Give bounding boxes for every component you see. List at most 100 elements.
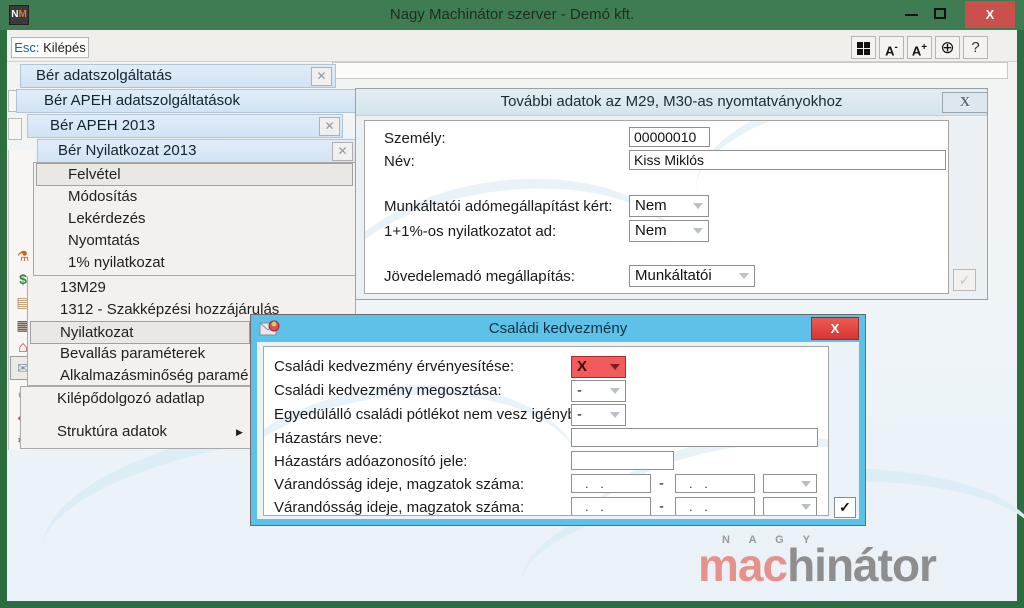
window-frame-left: [0, 30, 7, 608]
logo-machinator-text: machinátor: [698, 538, 937, 592]
watermark-swirl: [685, 121, 948, 273]
dialog-csaladi-title: Családi kedvezmény: [488, 320, 628, 337]
m29-confirm-button[interactable]: ✓: [953, 269, 976, 291]
combo-magzatok-szama-1[interactable]: [763, 474, 817, 493]
dialog-csaladi-kedvezmeny: Családi kedvezmény X Családi kedvezmény …: [250, 314, 866, 526]
label-egyedulallo-potlek: Egyedülálló családi pótlékot nem vesz ig…: [274, 406, 589, 423]
maximize-button[interactable]: [934, 8, 946, 19]
minimize-button[interactable]: [905, 14, 918, 16]
menu-item-nyilatkozat[interactable]: Nyilatkozat: [30, 321, 250, 344]
panel-close-icon[interactable]: ✕: [332, 142, 353, 161]
panel-close-icon[interactable]: ✕: [319, 117, 340, 136]
dialog-m29-content: Személy: 00000010 Név: Kiss Miklós Munká…: [364, 120, 949, 294]
panel-header-ber-adatszolgaltatas[interactable]: Bér adatszolgáltatás ✕: [20, 64, 336, 88]
combo-value: Munkáltatói: [635, 267, 712, 284]
input-hazastars-adoazonosito[interactable]: [571, 451, 674, 470]
tiles-icon: [857, 42, 870, 55]
help-button[interactable]: ?: [963, 36, 988, 59]
menu-item-kilepo-dolgozo-adatlap[interactable]: Kilépődolgozó adatlap: [57, 388, 247, 409]
font-decrease-button[interactable]: A-: [879, 36, 904, 59]
chevron-down-icon: [801, 481, 811, 487]
label-szemely: Személy:: [384, 130, 446, 147]
close-button[interactable]: X: [965, 1, 1015, 28]
menu-item-alkalmazasminoseg[interactable]: Alkalmazásminőség paraméterei: [60, 365, 248, 386]
input-varandossag-2-tol[interactable]: . .: [571, 497, 651, 515]
menu-item-13m29[interactable]: 13M29: [60, 277, 350, 298]
dialog-csaladi-content: Családi kedvezmény érvényesítése: X Csal…: [263, 346, 829, 516]
dialog-csaladi-close-icon[interactable]: X: [811, 317, 859, 340]
dialog-m29-close-icon[interactable]: X: [942, 92, 988, 113]
dialog-m29-header[interactable]: További adatok az M29, M30-as nyomtatván…: [356, 89, 987, 116]
chevron-down-icon: [693, 203, 703, 209]
logo-accent: mac: [698, 539, 788, 591]
panel-fragment: [8, 118, 22, 140]
target-button[interactable]: ⊕: [935, 36, 960, 59]
panel-header-ber-apeh-adatszolgaltatasok[interactable]: Bér APEH adatszolgáltatások: [16, 89, 356, 113]
panel-title: Bér adatszolgáltatás: [36, 67, 172, 84]
logo-rest: hinátor: [787, 539, 937, 591]
dialog-m29: További adatok az M29, M30-as nyomtatván…: [355, 88, 988, 300]
combo-magzatok-szama-2[interactable]: [763, 497, 817, 515]
label-kedvezmeny-megosztas: Családi kedvezmény megosztása:: [274, 382, 502, 399]
exit-button[interactable]: Esc: Kilépés: [11, 37, 89, 58]
csaladi-confirm-button[interactable]: ✓: [834, 497, 856, 518]
input-szemely[interactable]: 00000010: [629, 127, 710, 147]
panel-edge-strip: [332, 62, 1008, 79]
dialog-csaladi-icon: [259, 320, 280, 336]
combo-1plusz1-nyilatkozat[interactable]: Nem: [629, 220, 709, 242]
combo-jovedelemado-megallapitas[interactable]: Munkáltatói: [629, 265, 755, 287]
combo-kedvezmeny-ervenyesites[interactable]: X: [571, 356, 626, 378]
input-varandossag-1-ig[interactable]: . .: [675, 474, 755, 493]
menu-item-felvetel[interactable]: Felvétel: [36, 163, 353, 186]
flask-icon[interactable]: ⚗: [14, 247, 32, 265]
label-varandossag-2: Várandósság ideje, magzatok száma:: [274, 499, 525, 516]
label-munkaltatoi-adomegallapitas: Munkáltatói adómegállapítást kért:: [384, 198, 613, 215]
combo-value: X: [577, 358, 588, 375]
panel-header-ber-nyilatkozat-2013[interactable]: Bér Nyilatkozat 2013 ✕: [37, 139, 356, 163]
font-increase-button[interactable]: A+: [907, 36, 932, 59]
combo-kedvezmeny-megosztas[interactable]: -: [571, 380, 626, 402]
input-nev[interactable]: Kiss Miklós: [629, 150, 946, 170]
menu-item-struktura-adatok[interactable]: Struktúra adatok: [57, 421, 232, 442]
chevron-down-icon: [610, 388, 620, 394]
combo-value: Nem: [635, 222, 667, 239]
menu-item-lekerdezes[interactable]: Lekérdezés: [68, 208, 348, 229]
panel-header-ber-apeh-2013[interactable]: Bér APEH 2013 ✕: [27, 114, 343, 138]
panel-title: Bér APEH adatszolgáltatások: [44, 92, 240, 109]
combo-egyedulallo-potlek[interactable]: -: [571, 404, 626, 426]
menu-item-1-szazalek-nyilatkozat[interactable]: 1% nyilatkozat: [68, 252, 348, 273]
font-increase-icon: A: [911, 43, 922, 59]
label-hazastars-neve: Házastárs neve:: [274, 430, 383, 447]
panel-title: Bér APEH 2013: [50, 117, 156, 134]
panel-title: Bér Nyilatkozat 2013: [58, 142, 197, 159]
chevron-down-icon: [610, 412, 620, 418]
tiles-button[interactable]: [851, 36, 876, 59]
application-window: NM Nagy Machinátor szerver - Demó kft. X…: [0, 0, 1024, 608]
combo-value: -: [577, 382, 582, 399]
panel-close-icon[interactable]: ✕: [311, 67, 332, 86]
esc-key-label: Esc:: [14, 40, 40, 55]
combo-value: Nem: [635, 197, 667, 214]
label-jovedelemado-megallapitas: Jövedelemadó megállapítás:: [384, 268, 575, 285]
window-title: Nagy Machinátor szerver - Demó kft.: [389, 6, 635, 23]
target-icon: ⊕: [940, 38, 955, 57]
chevron-down-icon: [693, 228, 703, 234]
input-varandossag-1-tol[interactable]: . .: [571, 474, 651, 493]
combo-munkaltatoi-adomegallapitas[interactable]: Nem: [629, 195, 709, 217]
date-range-dash: -: [659, 498, 664, 515]
chevron-down-icon: [739, 273, 749, 279]
exit-label: Kilépés: [39, 40, 86, 55]
label-hazastars-adoazonosito: Házastárs adóazonosító jele:: [274, 453, 468, 470]
input-hazastars-neve[interactable]: [571, 428, 818, 447]
label-kedvezmeny-ervenyesites: Családi kedvezmény érvényesítése:: [274, 358, 515, 375]
chevron-down-icon: [801, 504, 811, 510]
label-nev: Név:: [384, 153, 415, 170]
dialog-m29-title: További adatok az M29, M30-as nyomtatván…: [500, 93, 843, 110]
font-decrease-icon: A: [885, 43, 895, 59]
input-varandossag-2-ig[interactable]: . .: [675, 497, 755, 515]
menu-item-nyomtatas[interactable]: Nyomtatás: [68, 230, 348, 251]
date-range-dash: -: [659, 475, 664, 492]
menu-item-modositas[interactable]: Módosítás: [68, 186, 348, 207]
label-1plusz1-nyilatkozat: 1+1%-os nyilatkozatot ad:: [384, 223, 557, 240]
label-varandossag-1: Várandósság ideje, magzatok száma:: [274, 476, 525, 493]
